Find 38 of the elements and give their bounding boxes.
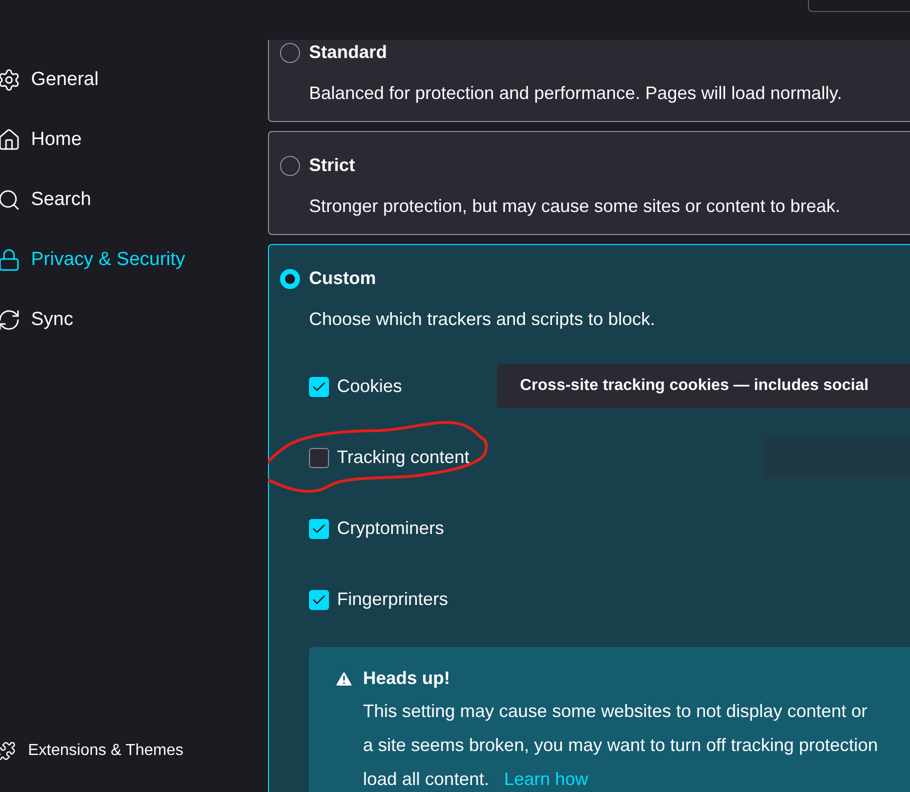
option-description: Balanced for protection and performance. Pages will load normally. <box>309 82 843 105</box>
warning-title: Heads up! <box>363 667 450 690</box>
option-description: Stronger protection, but may cause some sites or content to break. <box>309 195 842 218</box>
lock-icon <box>0 248 21 272</box>
checkbox[interactable] <box>309 590 329 610</box>
protection-card[interactable]: Strict Stronger protection, but may cause some sites or content to break. <box>268 131 910 235</box>
sidebar-item[interactable]: Home <box>0 110 268 170</box>
sync-icon <box>0 308 21 332</box>
checkbox-label: Tracking content <box>337 446 470 469</box>
checkbox-label: Fingerprinters <box>337 588 448 611</box>
sidebar-item[interactable]: Privacy & Security <box>0 230 268 290</box>
warning-text: load all content. <box>363 768 490 791</box>
puzzle-icon <box>0 741 16 761</box>
checkbox[interactable] <box>309 448 329 468</box>
sidebar-item[interactable]: Extensions & Themes <box>0 736 268 766</box>
radio-button[interactable] <box>280 268 300 288</box>
dropdown[interactable]: Cross-site tracking cookies — includes social <box>497 364 910 408</box>
home-icon <box>0 128 21 152</box>
checkbox-label: Cookies <box>337 375 402 398</box>
settings-icon <box>0 68 21 92</box>
option-description: Choose which trackers and scripts to block. <box>309 308 656 331</box>
protection-card[interactable]: Standard Balanced for protection and performance. Pages will load normally. <box>268 40 910 122</box>
radio-button[interactable] <box>280 42 300 62</box>
sidebar-item[interactable]: General <box>0 50 268 110</box>
option-title: Custom <box>309 267 376 290</box>
warning-text: This setting may cause some websites to not display content or <box>363 700 868 723</box>
protection-card[interactable] <box>268 244 910 792</box>
checkbox[interactable] <box>309 518 329 538</box>
warning-text: a site seems broken, you may want to turn off tracking protection <box>363 734 878 757</box>
option-title: Strict <box>309 154 356 177</box>
checkbox[interactable] <box>309 376 329 396</box>
sidebar-item[interactable]: Search <box>0 170 268 230</box>
option-title: Standard <box>309 41 388 64</box>
checkbox-label: Cryptominers <box>337 517 444 540</box>
learn-how-link[interactable]: Learn how <box>504 762 588 792</box>
search-icon <box>0 188 21 212</box>
radio-button[interactable] <box>280 156 300 176</box>
sidebar-item[interactable]: Sync <box>0 290 268 350</box>
